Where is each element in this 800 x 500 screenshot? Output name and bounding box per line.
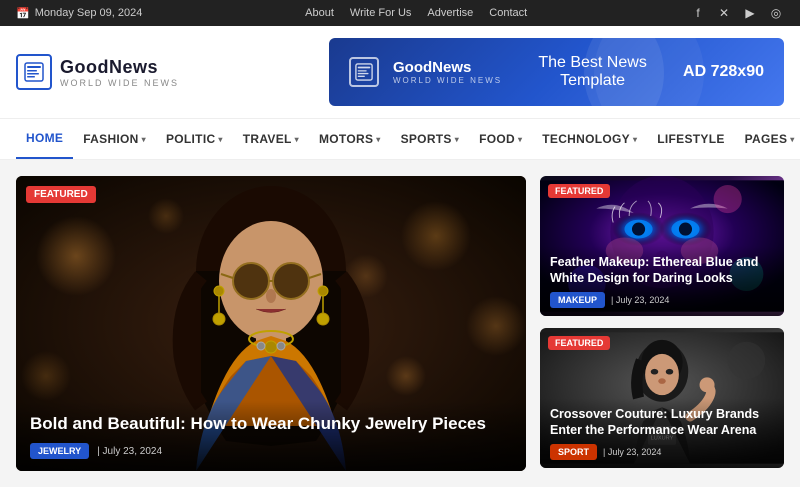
banner-tagline-text: WORLD WIDE NEWS <box>393 76 502 85</box>
chevron-down-icon: ▾ <box>633 135 637 144</box>
chevron-down-icon: ▾ <box>218 135 222 144</box>
card-sport-badge: Featured <box>548 336 610 350</box>
nav-motors[interactable]: MOTORS ▾ <box>309 120 391 158</box>
right-column: Featured Feather Makeup: Ethereal Blue a… <box>540 176 784 471</box>
card-sport-date: | July 23, 2024 <box>603 447 661 457</box>
date-text: Monday Sep 09, 2024 <box>35 7 143 19</box>
featured-main-date: | July 23, 2024 <box>97 446 162 457</box>
brand-name: GoodNews <box>60 57 179 78</box>
nav-politic[interactable]: POLITIC ▾ <box>156 120 233 158</box>
chevron-down-icon: ▾ <box>455 135 459 144</box>
main-content: Featured Bold and Beautiful: How to Wear… <box>0 160 800 487</box>
featured-main-badge: Featured <box>26 186 96 203</box>
nav-bar: HOME FASHION ▾ POLITIC ▾ TRAVEL ▾ MOTORS… <box>0 118 800 160</box>
youtube-icon[interactable]: ▶ <box>742 5 758 21</box>
banner-brand: GoodNews <box>393 59 502 76</box>
advertise-link[interactable]: Advertise <box>427 7 473 19</box>
top-bar: 📅 Monday Sep 09, 2024 About Write For Us… <box>0 0 800 26</box>
card-makeup-badge: Featured <box>548 184 610 198</box>
chevron-down-icon: ▾ <box>790 135 794 144</box>
card-sport-info: Crossover Couture: Luxury Brands Enter t… <box>540 398 784 469</box>
logo[interactable]: GoodNews WORLD WIDE NEWS <box>16 54 179 90</box>
nav-food[interactable]: FOOD ▾ <box>469 120 532 158</box>
calendar-icon: 📅 <box>16 7 30 20</box>
chevron-down-icon: ▾ <box>295 135 299 144</box>
logo-text: GoodNews WORLD WIDE NEWS <box>60 57 179 88</box>
nav-sports[interactable]: SPORTS ▾ <box>391 120 469 158</box>
featured-main-meta: JEWELRY | July 23, 2024 <box>30 443 512 459</box>
chevron-down-icon: ▾ <box>518 135 522 144</box>
featured-main-info: Bold and Beautiful: How to Wear Chunky J… <box>16 401 526 471</box>
featured-main-title: Bold and Beautiful: How to Wear Chunky J… <box>30 413 512 435</box>
nav-home[interactable]: HOME <box>16 119 73 159</box>
brand-tagline: WORLD WIDE NEWS <box>60 78 179 88</box>
social-links: f ✕ ▶ ◎ <box>690 5 784 21</box>
card-makeup-title: Feather Makeup: Ethereal Blue and White … <box>550 254 774 287</box>
top-nav: About Write For Us Advertise Contact <box>305 7 527 19</box>
header: GoodNews WORLD WIDE NEWS GoodNews WORLD … <box>0 26 800 118</box>
card-sport-title: Crossover Couture: Luxury Brands Enter t… <box>550 406 774 439</box>
banner-slogan: The Best News Template <box>516 54 669 90</box>
card-makeup-meta: MAKEUP | July 23, 2024 <box>550 292 774 308</box>
facebook-icon[interactable]: f <box>690 5 706 21</box>
date-display: 📅 Monday Sep 09, 2024 <box>16 7 142 20</box>
nav-technology[interactable]: TECHNOLOGY ▾ <box>532 120 647 158</box>
featured-card-sport[interactable]: LUXURY Featured Crossover Couture: Luxur… <box>540 328 784 468</box>
banner-ad: GoodNews WORLD WIDE NEWS The Best News T… <box>329 38 784 106</box>
write-for-us-link[interactable]: Write For Us <box>350 7 412 19</box>
logo-icon <box>16 54 52 90</box>
featured-main-tag[interactable]: JEWELRY <box>30 443 89 459</box>
card-makeup-info: Feather Makeup: Ethereal Blue and White … <box>540 246 784 317</box>
card-makeup-date: | July 23, 2024 <box>611 295 669 305</box>
featured-main-card[interactable]: Featured Bold and Beautiful: How to Wear… <box>16 176 526 471</box>
nav-travel[interactable]: TRAVEL ▾ <box>233 120 309 158</box>
x-twitter-icon[interactable]: ✕ <box>716 5 732 21</box>
nav-lifestyle[interactable]: LIFESTYLE <box>647 120 734 158</box>
about-link[interactable]: About <box>305 7 334 19</box>
nav-fashion[interactable]: FASHION ▾ <box>73 120 156 158</box>
card-sport-tag[interactable]: SPORT <box>550 444 597 460</box>
banner-size-label: AD 728x90 <box>683 63 764 81</box>
chevron-down-icon: ▾ <box>142 135 146 144</box>
contact-link[interactable]: Contact <box>489 7 527 19</box>
card-sport-meta: SPORT | July 23, 2024 <box>550 444 774 460</box>
banner-logo-text: GoodNews WORLD WIDE NEWS <box>393 59 502 85</box>
banner-logo-icon <box>349 57 379 87</box>
chevron-down-icon: ▾ <box>376 135 380 144</box>
nav-pages[interactable]: PAGES ▾ <box>735 120 800 158</box>
featured-card-makeup[interactable]: Featured Feather Makeup: Ethereal Blue a… <box>540 176 784 316</box>
nav-items: HOME FASHION ▾ POLITIC ▾ TRAVEL ▾ MOTORS… <box>16 119 800 159</box>
card-makeup-tag[interactable]: MAKEUP <box>550 292 605 308</box>
instagram-icon[interactable]: ◎ <box>768 5 784 21</box>
